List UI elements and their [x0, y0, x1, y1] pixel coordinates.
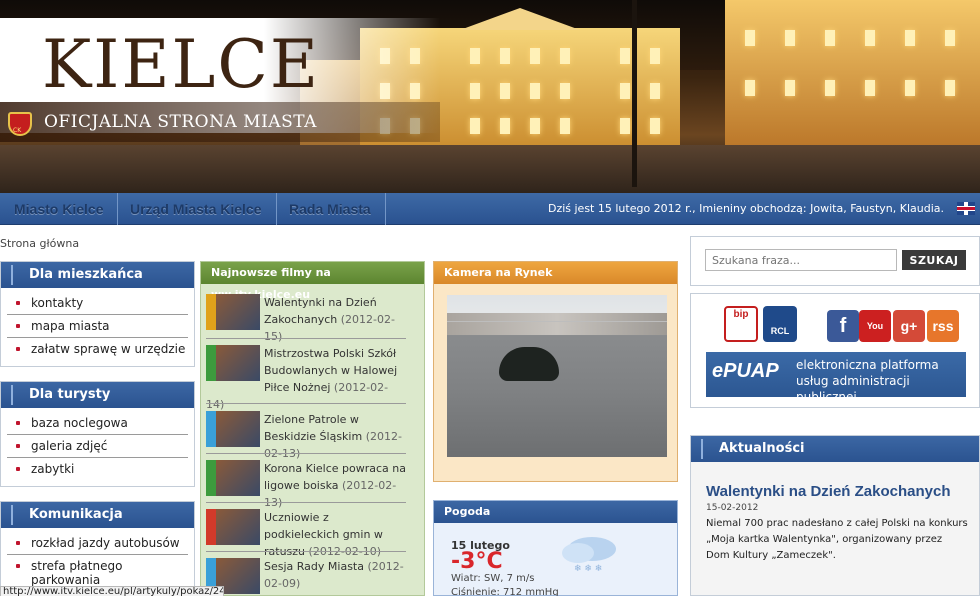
news-article-title[interactable]: Walentynki na Dzień Zakochanych — [706, 483, 951, 500]
film-thumbnail[interactable] — [206, 460, 260, 496]
film-title[interactable]: Sesja Rady Miasta — [264, 560, 364, 573]
residents-heading: Dla mieszkańca — [1, 262, 194, 288]
date-nameday-info: Dziś jest 15 lutego 2012 r., Imieniny ob… — [547, 202, 944, 215]
weather-wind: Wiatr: SW, 7 m/s — [451, 573, 535, 584]
film-item[interactable]: Korona Kielce powraca na ligowe boiska (… — [206, 460, 406, 511]
rcl-icon[interactable]: RCL — [763, 306, 797, 342]
epuap-banner[interactable]: ePUAP elektroniczna platforma usług admi… — [706, 352, 966, 404]
weather-heading: Pogoda — [434, 501, 677, 523]
film-title[interactable]: Zielone Patrole w Beskidzie Śląskim — [264, 413, 362, 443]
link-zabytki[interactable]: zabytki — [7, 458, 188, 480]
films-heading: Najnowsze filmy na ww.itv.kielce.eu — [201, 262, 424, 301]
news-heading: Aktualności — [691, 436, 979, 462]
svg-text:❄ ❄ ❄: ❄ ❄ ❄ — [574, 564, 602, 574]
weather-box: Pogoda 15 lutego -3°C Wiatr: SW, 7 m/s C… — [433, 500, 678, 596]
tourists-box: Dla turysty baza noclegowa galeria zdjęć… — [0, 381, 195, 487]
camera-box: Kamera na Rynek — [433, 261, 678, 482]
site-title[interactable]: KIELCE — [42, 26, 320, 103]
film-thumbnail[interactable] — [206, 411, 260, 447]
camera-heading: Kamera na Rynek — [434, 262, 677, 284]
films-box: Najnowsze filmy na ww.itv.kielce.eu Wale… — [200, 261, 425, 596]
link-galeria-zdjec[interactable]: galeria zdjęć — [7, 435, 188, 458]
film-item[interactable]: Sesja Rady Miasta (2012-02-09) — [206, 558, 406, 594]
city-crest-icon: CK — [8, 112, 32, 136]
square-ground — [0, 145, 980, 193]
link-zalatw-sprawe[interactable]: załatw sprawę w urzędzie — [7, 338, 188, 360]
weather-pressure: Ciśnienie: 712 mmHg — [451, 587, 559, 596]
crest-text: CK — [13, 127, 22, 134]
tourists-heading: Dla turysty — [1, 382, 194, 408]
search-button[interactable]: SZUKAJ — [902, 250, 966, 270]
rss-icon[interactable]: rss — [927, 310, 959, 342]
building-right — [725, 0, 980, 160]
site-subtitle: OFICJALNA STRONA MIASTA — [44, 112, 317, 132]
link-kontakty[interactable]: kontakty — [7, 292, 188, 315]
news-box: Aktualności Walentynki na Dzień Zakochan… — [690, 435, 980, 596]
link-baza-noclegowa[interactable]: baza noclegowa — [7, 412, 188, 435]
transport-box: Komunikacja rozkład jazdy autobusów stre… — [0, 501, 195, 596]
browser-status-bar: http://www.itv.kielce.eu/pl/artykuly/pok… — [0, 586, 224, 596]
news-excerpt: Niemal 700 prac nadesłano z całej Polski… — [706, 518, 968, 561]
main-nav: Miasto Kielce Urząd Miasta Kielce Rada M… — [0, 193, 980, 225]
services-box: bip RCL f You Tube g+ rss ePUAP elektron… — [690, 293, 980, 408]
breadcrumb[interactable]: Strona główna — [0, 237, 79, 250]
snow-cloud-icon: ❄ ❄ ❄ — [562, 537, 616, 574]
link-mapa-miasta[interactable]: mapa miasta — [7, 315, 188, 338]
nav-item-rada-miasta[interactable]: Rada Miasta — [275, 193, 386, 225]
english-flag-icon[interactable] — [957, 202, 975, 215]
google-plus-icon[interactable]: g+ — [893, 310, 925, 342]
header-banner: KIELCE CK OFICJALNA STRONA MIASTA — [0, 0, 980, 193]
weather-temperature: -3°C — [451, 549, 503, 574]
search-input[interactable] — [705, 249, 897, 271]
camera-image[interactable] — [447, 295, 667, 457]
film-thumbnail[interactable] — [206, 294, 260, 330]
film-thumbnail[interactable] — [206, 345, 260, 381]
residents-box: Dla mieszkańca kontakty mapa miasta zała… — [0, 261, 195, 367]
link-rozklad-jazdy[interactable]: rozkład jazdy autobusów — [7, 532, 188, 555]
epuap-logo: ePUAP — [712, 360, 779, 382]
film-thumbnail[interactable] — [206, 509, 260, 545]
film-item[interactable]: Uczniowie z podkieleckich gmin w ratuszu… — [206, 509, 406, 560]
transport-heading: Komunikacja — [1, 502, 194, 528]
film-item[interactable]: Zielone Patrole w Beskidzie Śląskim (201… — [206, 411, 406, 462]
bip-icon[interactable]: bip — [724, 306, 758, 342]
search-box: SZUKAJ — [690, 236, 980, 286]
lamp-pole — [632, 0, 637, 187]
nav-item-urzad-miasta[interactable]: Urząd Miasta Kielce — [116, 193, 277, 225]
youtube-icon[interactable]: You Tube — [859, 310, 891, 363]
facebook-icon[interactable]: f — [827, 310, 859, 342]
epuap-text: elektroniczna platforma usług administra… — [796, 358, 939, 404]
nav-item-miasto-kielce[interactable]: Miasto Kielce — [0, 193, 119, 225]
news-date: 15-02-2012 — [706, 503, 759, 513]
